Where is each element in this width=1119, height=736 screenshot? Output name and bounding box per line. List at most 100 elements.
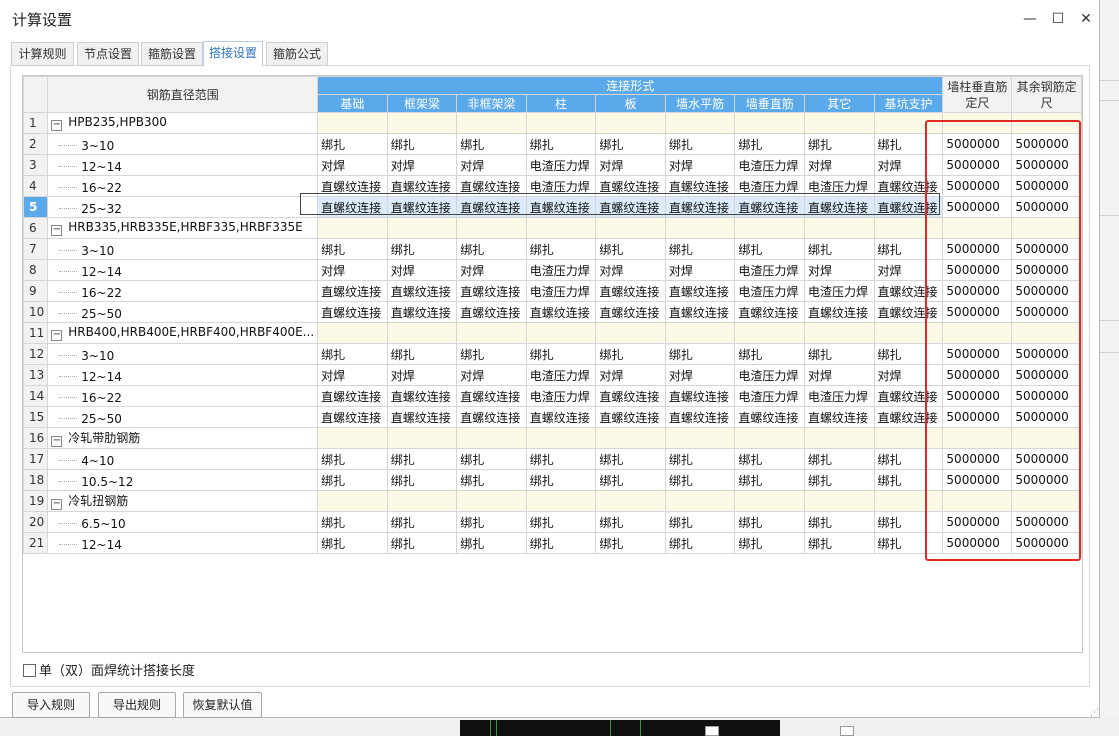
connection-cell[interactable]: 绑扎 (664, 532, 736, 554)
connection-cell[interactable]: 电渣压力焊 (525, 175, 597, 197)
connection-cell[interactable]: 绑扎 (734, 133, 805, 155)
connection-cell[interactable]: 直螺纹连接 (386, 385, 458, 407)
connection-cell[interactable] (386, 217, 458, 239)
connection-cell[interactable]: 电渣压力焊 (734, 154, 805, 176)
wall-vertical-length-cell[interactable]: 5000000 (942, 343, 1013, 365)
connection-cell[interactable]: 绑扎 (317, 238, 388, 260)
row-number[interactable]: 4 (23, 175, 49, 197)
connection-cell[interactable]: 对焊 (456, 259, 527, 281)
row-number[interactable]: 5 (23, 196, 49, 218)
other-rebar-length-cell[interactable]: 5000000 (1011, 364, 1082, 386)
connection-cell[interactable] (873, 490, 944, 512)
connection-cell[interactable]: 绑扎 (664, 511, 736, 533)
minimize-button[interactable]: — (1018, 9, 1042, 29)
connection-cell[interactable]: 电渣压力焊 (734, 175, 805, 197)
connection-cell[interactable]: 直螺纹连接 (525, 196, 597, 218)
connection-cell[interactable] (664, 217, 736, 239)
connection-cell[interactable]: 绑扎 (456, 133, 527, 155)
connection-cell[interactable]: 直螺纹连接 (803, 196, 875, 218)
connection-cell[interactable]: 电渣压力焊 (525, 385, 597, 407)
connection-cell[interactable] (525, 490, 597, 512)
wall-vertical-length-cell[interactable]: 5000000 (942, 154, 1013, 176)
connection-cell[interactable]: 绑扎 (386, 448, 458, 470)
connection-cell[interactable]: 对焊 (595, 259, 666, 281)
other-rebar-length-cell[interactable]: 5000000 (1011, 280, 1082, 302)
connection-cell[interactable]: 对焊 (803, 259, 875, 281)
row-number[interactable]: 9 (23, 280, 49, 302)
export-rules-button[interactable]: 导出规则 (98, 692, 176, 718)
connection-cell[interactable]: 对焊 (664, 364, 736, 386)
wall-vertical-length-cell[interactable]: 5000000 (942, 301, 1013, 323)
other-rebar-length-cell[interactable]: 5000000 (1011, 343, 1082, 365)
connection-cell[interactable]: 绑扎 (595, 532, 666, 554)
connection-cell[interactable]: 绑扎 (456, 532, 527, 554)
connection-cell[interactable]: 绑扎 (734, 511, 805, 533)
connection-cell[interactable] (803, 427, 875, 449)
connection-cell[interactable]: 直螺纹连接 (734, 196, 805, 218)
group-row[interactable]: 6− HRB335,HRB335E,HRBF335,HRBF335E (23, 217, 1082, 239)
diameter-range-cell[interactable]: 16~22 (47, 385, 319, 407)
connection-cell[interactable] (734, 322, 805, 344)
connection-cell[interactable]: 绑扎 (525, 343, 597, 365)
wall-vertical-length-cell[interactable]: 5000000 (942, 532, 1013, 554)
diameter-range-cell[interactable]: 12~14 (47, 532, 319, 554)
connection-cell[interactable]: 直螺纹连接 (664, 280, 736, 302)
other-rebar-length-cell[interactable]: 5000000 (1011, 175, 1082, 197)
diameter-range-cell[interactable]: 12~14 (47, 154, 319, 176)
connection-cell[interactable]: 绑扎 (873, 469, 944, 491)
connection-cell[interactable]: 直螺纹连接 (873, 175, 944, 197)
other-rebar-length-cell[interactable]: 5000000 (1011, 154, 1082, 176)
connection-cell[interactable]: 对焊 (317, 364, 388, 386)
connection-cell[interactable]: 绑扎 (734, 343, 805, 365)
connection-cell[interactable]: 直螺纹连接 (317, 280, 388, 302)
connection-cell[interactable]: 对焊 (873, 259, 944, 281)
wall-vertical-length-cell[interactable]: 5000000 (942, 469, 1013, 491)
connection-cell[interactable]: 对焊 (595, 364, 666, 386)
connection-cell[interactable] (803, 490, 875, 512)
weld-lap-length-option[interactable]: 单（双）面焊统计搭接长度 (23, 660, 195, 679)
row-number[interactable]: 6 (23, 217, 49, 239)
group-row[interactable]: 1− HPB235,HPB300 (23, 112, 1082, 134)
rebar-grade-group[interactable]: − HPB235,HPB300 (47, 112, 319, 134)
connection-cell[interactable] (595, 217, 666, 239)
diameter-range-cell[interactable]: 6.5~10 (47, 511, 319, 533)
connection-cell[interactable]: 绑扎 (317, 532, 388, 554)
other-rebar-length-cell[interactable] (1011, 217, 1082, 239)
wall-vertical-length-cell[interactable]: 5000000 (942, 133, 1013, 155)
connection-cell[interactable]: 绑扎 (456, 511, 527, 533)
connection-cell[interactable]: 电渣压力焊 (803, 175, 875, 197)
resize-grip-icon[interactable]: ⋰ (1090, 708, 1099, 718)
tab-lap-settings[interactable]: 搭接设置 (203, 41, 263, 67)
connection-cell[interactable]: 对焊 (595, 154, 666, 176)
table-row[interactable]: 20 6.5~10 绑扎 绑扎 绑扎 绑扎 绑扎 绑扎 绑扎 绑扎 绑扎 5000000 5000000 (23, 511, 1082, 533)
tab-node-settings[interactable]: 节点设置 (77, 42, 139, 66)
connection-cell[interactable] (317, 427, 388, 449)
connection-cell[interactable]: 直螺纹连接 (873, 280, 944, 302)
connection-cell[interactable]: 电渣压力焊 (525, 154, 597, 176)
collapse-icon[interactable]: − (51, 436, 63, 447)
import-rules-button[interactable]: 导入规则 (12, 692, 90, 718)
row-number[interactable]: 21 (23, 532, 49, 554)
connection-cell[interactable]: 绑扎 (664, 343, 736, 365)
connection-cell[interactable] (664, 112, 736, 134)
connection-cell[interactable] (734, 112, 805, 134)
connection-cell[interactable]: 绑扎 (595, 448, 666, 470)
row-number[interactable]: 2 (23, 133, 49, 155)
connection-cell[interactable]: 绑扎 (595, 469, 666, 491)
table-row[interactable]: 21 12~14 绑扎 绑扎 绑扎 绑扎 绑扎 绑扎 绑扎 绑扎 绑扎 5000000 5000000 (23, 532, 1082, 554)
connection-cell[interactable]: 直螺纹连接 (873, 301, 944, 323)
wall-vertical-length-cell[interactable]: 5000000 (942, 448, 1013, 470)
connection-cell[interactable] (595, 427, 666, 449)
connection-cell[interactable] (664, 490, 736, 512)
connection-cell[interactable] (525, 112, 597, 134)
connection-cell[interactable]: 绑扎 (803, 133, 875, 155)
table-row[interactable]: 3 12~14 对焊 对焊 对焊 电渣压力焊 对焊 对焊 电渣压力焊 对焊 对焊 5000000 500… (23, 154, 1082, 176)
diameter-range-cell[interactable]: 25~50 (47, 406, 319, 428)
row-number[interactable]: 10 (23, 301, 49, 323)
connection-cell[interactable] (734, 427, 805, 449)
other-rebar-length-cell[interactable]: 5000000 (1011, 259, 1082, 281)
connection-cell[interactable]: 绑扎 (664, 133, 736, 155)
restore-defaults-button[interactable]: 恢复默认值 (183, 692, 262, 718)
collapse-icon[interactable]: − (51, 330, 63, 341)
connection-cell[interactable]: 电渣压力焊 (734, 259, 805, 281)
